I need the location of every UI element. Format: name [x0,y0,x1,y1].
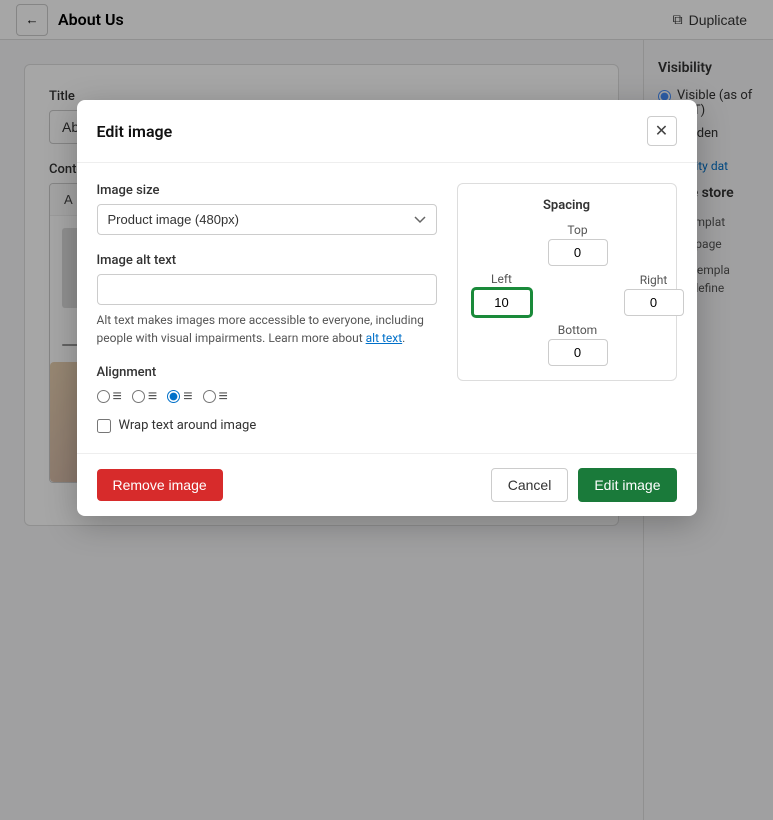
spacing-right-group: Right [624,273,684,316]
spacing-bottom-group: Bottom [548,323,608,366]
remove-image-button[interactable]: Remove image [97,469,223,501]
footer-right: Cancel Edit image [491,468,677,502]
spacing-panel: Spacing Top Left [457,183,677,381]
spacing-title: Spacing [472,198,662,213]
image-size-select[interactable]: Product image (480px) Small (240px) Medi… [97,204,437,235]
spacing-right-input[interactable] [624,289,684,316]
image-size-group: Image size Product image (480px) Small (… [97,183,437,235]
alignment-options: ≡ ≡ ≡ ≡ [97,386,437,406]
spacing-top-input[interactable] [548,239,608,266]
image-size-label: Image size [97,183,437,198]
alt-text-link[interactable]: alt text [366,331,403,345]
spacing-left-input[interactable] [472,288,532,317]
spacing-top-group: Top [548,223,608,266]
cancel-button[interactable]: Cancel [491,468,569,502]
modal-close-button[interactable]: ✕ [647,116,677,146]
close-icon: ✕ [655,121,668,141]
align-justify-icon: ≡ [219,386,228,406]
alt-text-input[interactable] [97,274,437,305]
align-right-radio[interactable] [167,390,180,403]
wrap-text-label: Wrap text around image [119,418,257,433]
alt-text-hint: Alt text makes images more accessible to… [97,311,437,347]
modal-header: Edit image ✕ [77,100,697,163]
spacing-right-label: Right [640,273,668,287]
spacing-grid: Top Left Right [472,223,662,366]
alignment-label: Alignment [97,365,437,380]
align-right-option[interactable]: ≡ [167,386,192,406]
edit-image-modal: Edit image ✕ Image size Product image (4… [77,100,697,516]
alignment-section: Alignment ≡ ≡ ≡ [97,365,437,406]
align-left-option[interactable]: ≡ [97,386,122,406]
spacing-bottom-label: Bottom [558,323,597,337]
spacing-center-placeholder [482,225,522,265]
modal-overlay[interactable]: Edit image ✕ Image size Product image (4… [0,0,773,820]
wrap-text-row: Wrap text around image [97,418,437,433]
modal-title: Edit image [97,122,173,141]
modal-right-section: Spacing Top Left [457,183,677,433]
align-left-radio[interactable] [97,390,110,403]
spacing-left-label: Left [491,272,512,286]
align-center-radio[interactable] [132,390,145,403]
alt-text-label: Image alt text [97,253,437,268]
align-right-icon: ≡ [183,386,192,406]
spacing-left-group: Left [472,272,532,317]
align-justify-option[interactable]: ≡ [203,386,228,406]
edit-image-button[interactable]: Edit image [578,468,676,502]
alt-text-group: Image alt text Alt text makes images mor… [97,253,437,347]
wrap-text-checkbox[interactable] [97,419,111,433]
modal-body: Image size Product image (480px) Small (… [77,163,697,453]
modal-left-section: Image size Product image (480px) Small (… [97,183,437,433]
align-center-icon: ≡ [148,386,157,406]
align-justify-radio[interactable] [203,390,216,403]
align-left-icon: ≡ [113,386,122,406]
modal-footer: Remove image Cancel Edit image [77,453,697,516]
spacing-bottom-input[interactable] [548,339,608,366]
spacing-top-label: Top [567,223,587,237]
align-center-option[interactable]: ≡ [132,386,157,406]
